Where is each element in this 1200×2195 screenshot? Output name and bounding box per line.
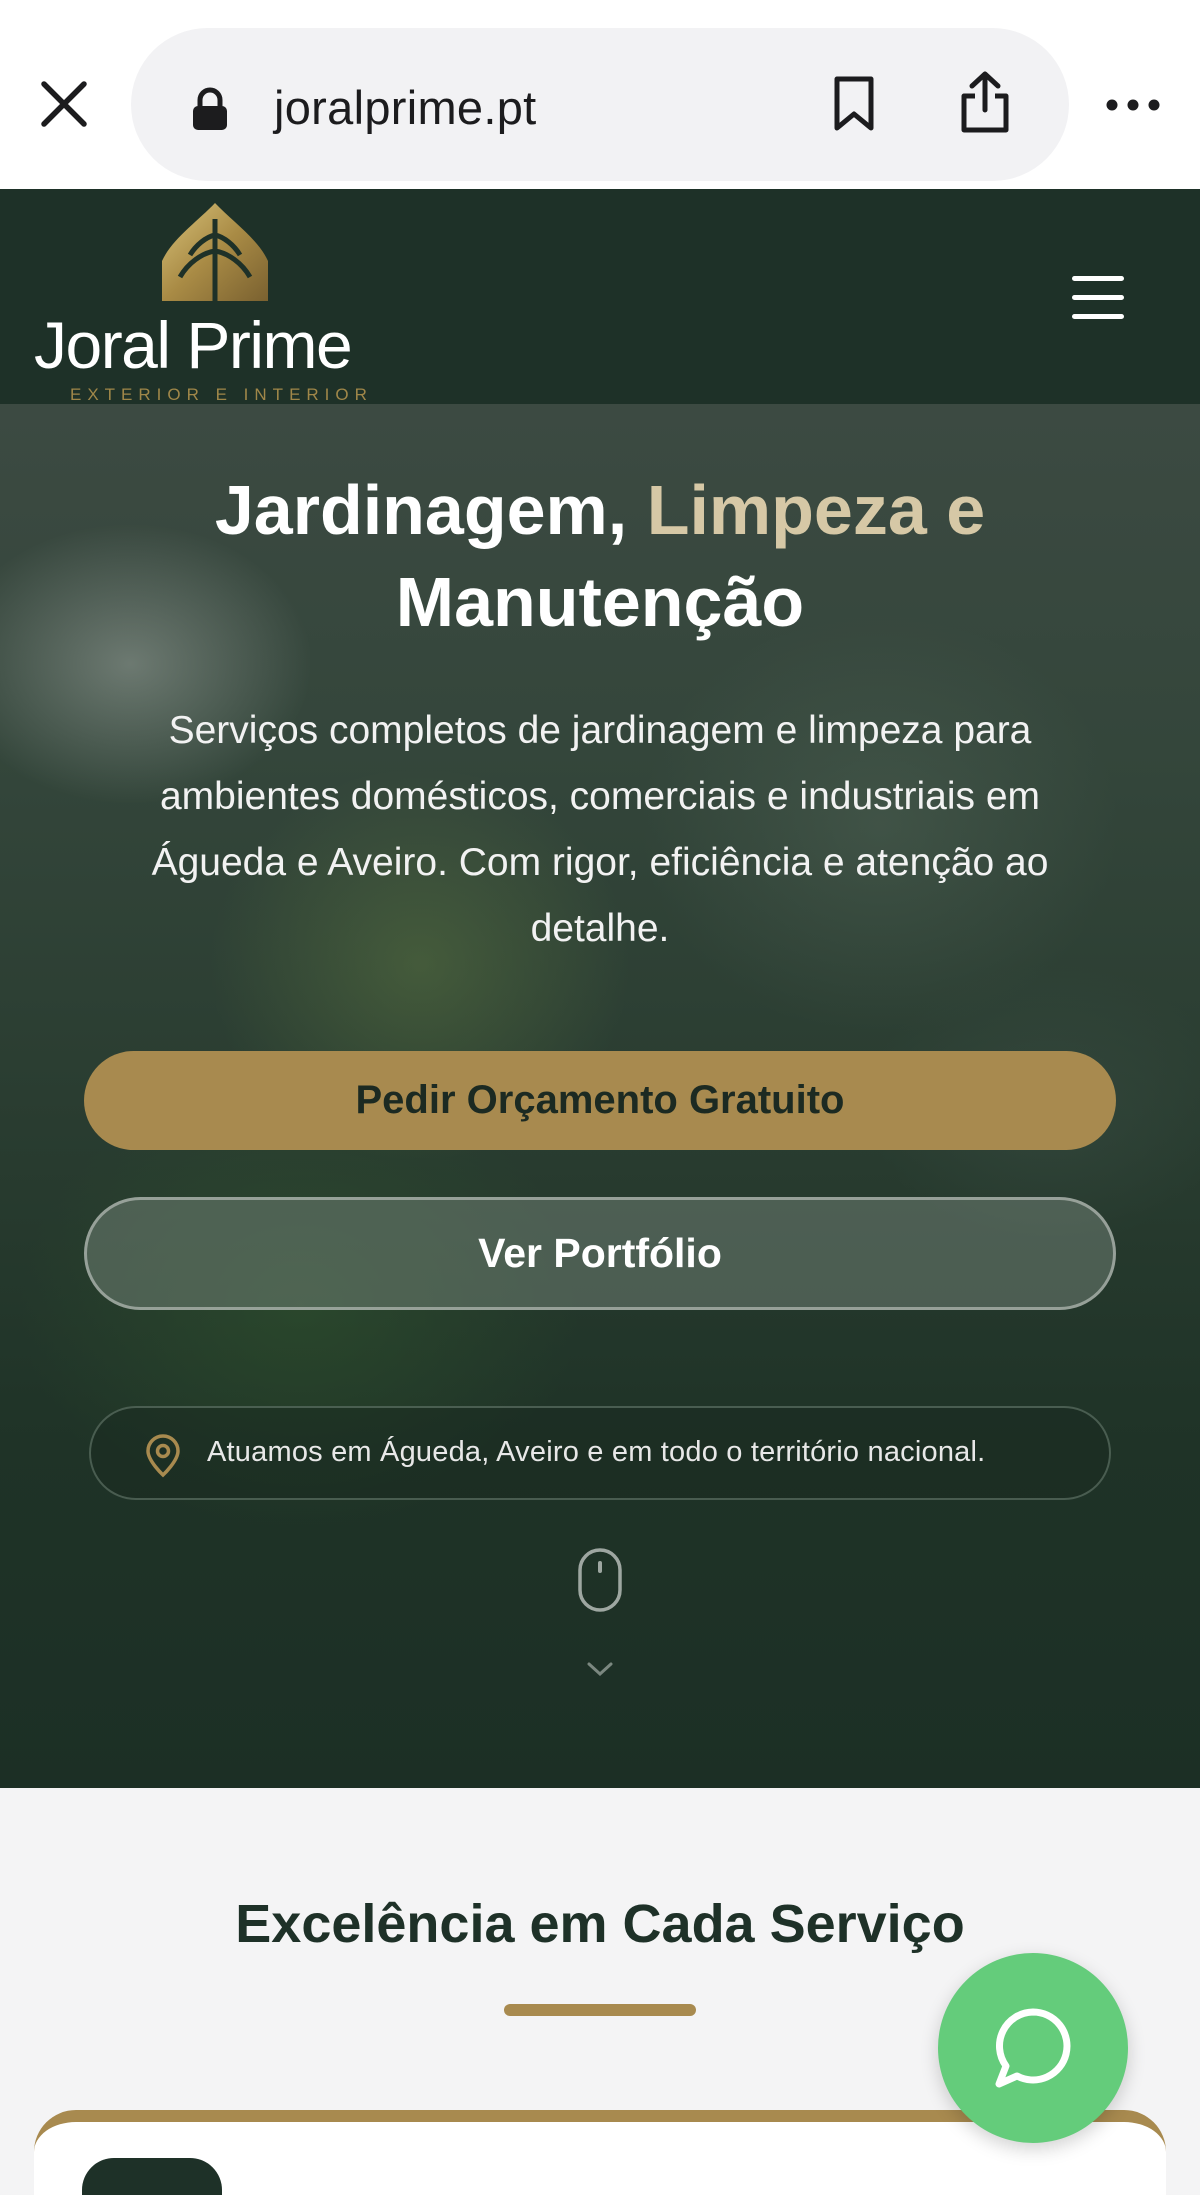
- hero-section: Jardinagem, Limpeza e Manutenção Serviço…: [0, 404, 1200, 1788]
- close-icon[interactable]: [30, 70, 98, 138]
- map-pin-icon: [143, 1434, 183, 1478]
- logo-leaf-icon: [158, 201, 272, 303]
- browser-toolbar: joralprime.pt: [0, 0, 1200, 189]
- section-title: Excelência em Cada Serviço: [235, 1894, 965, 1954]
- lock-icon: [190, 87, 230, 131]
- view-portfolio-button[interactable]: Ver Portfólio: [84, 1197, 1116, 1310]
- hamburger-icon[interactable]: [1068, 273, 1128, 323]
- hero-subtitle: Serviços completos de jardinagem e limpe…: [151, 709, 1049, 950]
- logo[interactable]: Joral Prime EXTERIOR E INTERIOR: [34, 201, 404, 404]
- address-bar[interactable]: [131, 28, 1069, 181]
- hero-title: Jardinagem, Limpeza e Manutenção: [60, 464, 1140, 648]
- bookmark-icon[interactable]: [828, 74, 880, 134]
- url-text[interactable]: joralprime.pt: [274, 80, 537, 135]
- whatsapp-chat-button[interactable]: [938, 1953, 1128, 2143]
- chat-bubble-icon: [995, 2008, 1071, 2088]
- service-card-icon: [82, 2158, 222, 2195]
- request-quote-button[interactable]: Pedir Orçamento Gratuito: [84, 1051, 1116, 1150]
- location-text: Atuamos em Águeda, Aveiro e em todo o te…: [207, 1436, 986, 1468]
- hero-title-part2: Limpeza e: [646, 471, 986, 549]
- site-header: Joral Prime EXTERIOR E INTERIOR: [0, 189, 1200, 404]
- logo-name: Joral Prime: [34, 308, 353, 382]
- chevron-down-icon: [585, 1659, 615, 1679]
- scroll-mouse-icon[interactable]: [577, 1547, 623, 1613]
- section-divider: [504, 2004, 696, 2016]
- hero-title-part1: Jardinagem,: [214, 471, 628, 549]
- hero-title-part3: Manutenção: [395, 563, 805, 641]
- logo-tagline: EXTERIOR E INTERIOR: [70, 385, 373, 404]
- share-icon[interactable]: [956, 70, 1014, 136]
- location-badge: Atuamos em Águeda, Aveiro e em todo o te…: [89, 1406, 1111, 1500]
- more-icon[interactable]: [1104, 90, 1162, 120]
